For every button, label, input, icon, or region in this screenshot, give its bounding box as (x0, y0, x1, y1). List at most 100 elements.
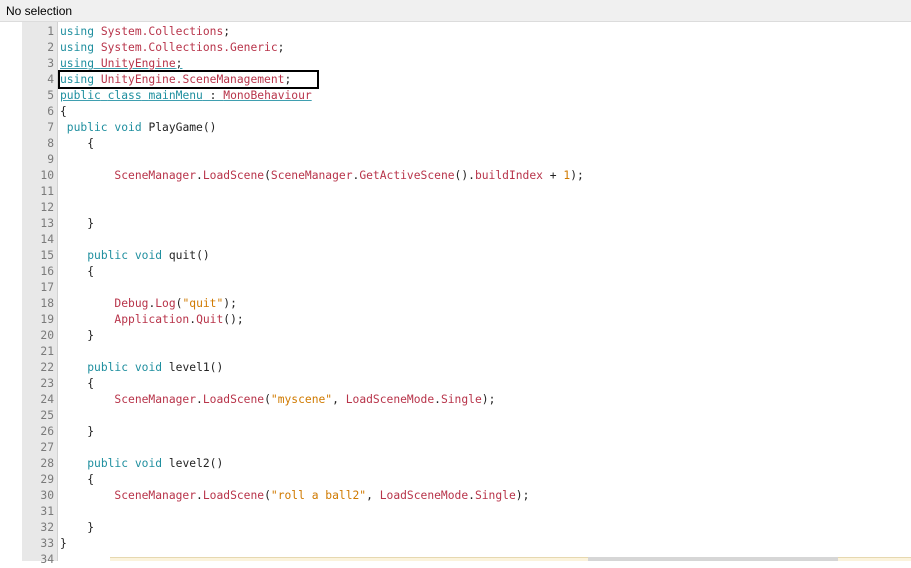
code-line[interactable]: 24 SceneManager.LoadScene("myscene", Loa… (22, 392, 911, 408)
code-token: void (134, 457, 163, 470)
line-text: { (60, 104, 67, 120)
code-line[interactable]: 22 public void level1() (22, 360, 911, 376)
code-token: { (60, 377, 95, 390)
code-line[interactable]: 15 public void quit() (22, 248, 911, 264)
code-token: Application (114, 313, 190, 326)
code-token: (). (454, 169, 475, 182)
code-token: LoadSceneMode (345, 393, 435, 406)
code-line[interactable]: 2 using System.Collections.Generic; (22, 40, 911, 56)
line-number: 21 (40, 345, 54, 358)
code-token: SceneManager (114, 169, 197, 182)
code-line[interactable]: 7 public void PlayGame() (22, 120, 911, 136)
line-number: 2 (47, 41, 54, 54)
line-text: SceneManager.LoadScene("myscene", LoadSc… (60, 392, 495, 408)
code-line[interactable]: 10 SceneManager.LoadScene(SceneManager.G… (22, 168, 911, 184)
code-token: void (114, 121, 142, 134)
code-line[interactable]: 26 } (22, 424, 911, 440)
code-line[interactable]: 1 using System.Collections; (22, 24, 911, 40)
line-text: } (60, 328, 94, 344)
code-token: System.Collections (100, 25, 224, 38)
selection-status-label: No selection (6, 4, 73, 18)
line-number: 4 (47, 73, 54, 86)
line-text: Debug.Log("quit"); (60, 296, 236, 312)
line-number: 5 (47, 89, 54, 102)
line-number: 17 (40, 281, 54, 294)
line-text: public void quit() (60, 248, 209, 264)
line-text: public void PlayGame() (60, 120, 217, 136)
code-token: public (87, 361, 129, 374)
code-token: SceneManager (114, 393, 197, 406)
code-line[interactable]: 30 SceneManager.LoadScene("roll a ball2"… (22, 488, 911, 504)
code-line[interactable]: 14 (22, 232, 911, 248)
code-line[interactable]: 33} (22, 536, 911, 552)
code-editor[interactable]: 1 using System.Collections; 2 using System.… (22, 24, 911, 568)
line-text: public void level2() (60, 456, 223, 472)
code-token: UnityEngine (100, 57, 176, 70)
code-line[interactable]: 28 public void level2() (22, 456, 911, 472)
code-token: . (196, 169, 203, 182)
code-line[interactable]: 20 } (22, 328, 911, 344)
line-text: } (60, 424, 94, 440)
code-line[interactable]: 32 } (22, 520, 911, 536)
code-token: . (196, 489, 203, 502)
code-line[interactable]: 17 (22, 280, 911, 296)
horizontal-scrollbar[interactable] (588, 557, 838, 561)
line-number: 24 (40, 393, 54, 406)
line-number: 14 (40, 233, 54, 246)
code-token: } (60, 425, 95, 438)
line-number: 22 (40, 361, 54, 374)
line-text: SceneManager.LoadScene(SceneManager.GetA… (60, 168, 583, 184)
code-line[interactable]: 29 { (22, 472, 911, 488)
line-text: { (60, 136, 94, 152)
code-line[interactable]: 12 (22, 200, 911, 216)
line-4-highlight-box (58, 70, 319, 89)
code-line[interactable]: 5 public class mainMenu : MonoBehaviour (22, 88, 911, 104)
code-line[interactable]: 13 } (22, 216, 911, 232)
code-token: System.Collections.Generic (100, 41, 278, 54)
code-line[interactable]: 23 { (22, 376, 911, 392)
code-token: ; (223, 25, 231, 38)
line-text: { (60, 264, 94, 280)
code-line[interactable]: 21 (22, 344, 911, 360)
line-number: 19 (40, 313, 54, 326)
code-token: using (60, 57, 95, 70)
code-token: LoadScene (202, 169, 265, 182)
code-token: level2() (162, 457, 224, 470)
code-line[interactable]: 16 { (22, 264, 911, 280)
code-line[interactable]: 31 (22, 504, 911, 520)
line-number: 8 (47, 137, 54, 150)
code-line[interactable]: 19 Application.Quit(); (22, 312, 911, 328)
line-number: 6 (47, 105, 54, 118)
line-text: } (60, 536, 67, 552)
line-number: 28 (40, 457, 54, 470)
line-text: using System.Collections.Generic; (60, 40, 284, 56)
code-token: { (60, 105, 67, 118)
code-token: } (60, 329, 95, 342)
code-token: void (134, 361, 163, 374)
code-token: level1() (162, 361, 224, 374)
line-number: 3 (47, 57, 54, 70)
code-token: . (196, 393, 203, 406)
code-line[interactable]: 27 (22, 440, 911, 456)
code-line[interactable]: 25 (22, 408, 911, 424)
code-token: public (60, 121, 108, 134)
code-token: Log (155, 297, 176, 310)
code-line[interactable]: 6{ (22, 104, 911, 120)
line-number: 29 (40, 473, 54, 486)
code-line[interactable]: 8 { (22, 136, 911, 152)
code-line[interactable]: 18 Debug.Log("quit"); (22, 296, 911, 312)
code-token: (); (223, 313, 244, 326)
line-number: 1 (47, 25, 54, 38)
code-token: LoadSceneMode (379, 489, 469, 502)
code-token: ); (481, 393, 496, 406)
code-line[interactable]: 11 (22, 184, 911, 200)
code-token: LoadScene (202, 393, 265, 406)
code-line[interactable]: 9 (22, 152, 911, 168)
code-token: . (468, 489, 475, 502)
code-token: class (107, 89, 142, 102)
